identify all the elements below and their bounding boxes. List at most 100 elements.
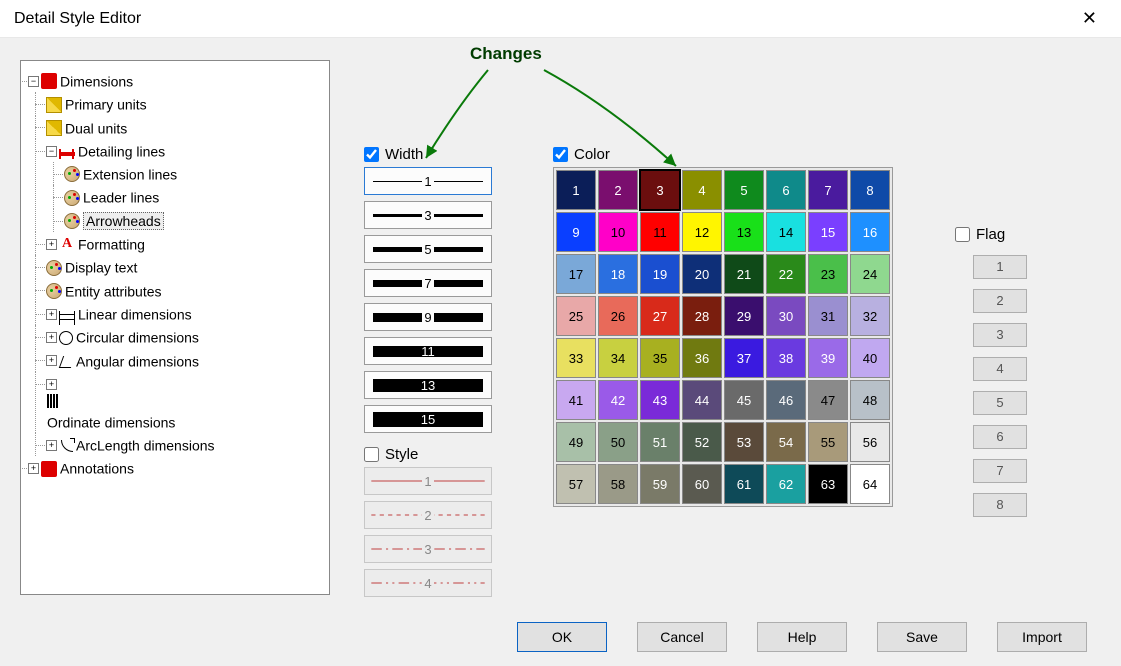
color-swatch-51[interactable]: 51 bbox=[640, 422, 680, 462]
color-swatch-43[interactable]: 43 bbox=[640, 380, 680, 420]
flag-item-5[interactable]: 5 bbox=[973, 391, 1027, 415]
style-item-1[interactable]: 1 bbox=[364, 467, 492, 495]
style-checkbox[interactable] bbox=[364, 447, 379, 462]
style-item-4[interactable]: 4 bbox=[364, 569, 492, 597]
width-item-1[interactable]: 1 bbox=[364, 167, 492, 195]
tree-linear-dim[interactable]: Linear dimensions bbox=[78, 306, 192, 322]
color-swatch-26[interactable]: 26 bbox=[598, 296, 638, 336]
color-swatch-1[interactable]: 1 bbox=[556, 170, 596, 210]
color-swatch-29[interactable]: 29 bbox=[724, 296, 764, 336]
color-swatch-3[interactable]: 3 bbox=[640, 170, 680, 210]
color-swatch-32[interactable]: 32 bbox=[850, 296, 890, 336]
tree-dual-units[interactable]: Dual units bbox=[65, 120, 127, 136]
tree-detailing-lines[interactable]: Detailing lines bbox=[78, 143, 165, 159]
help-button[interactable]: Help bbox=[757, 622, 847, 652]
color-swatch-18[interactable]: 18 bbox=[598, 254, 638, 294]
color-swatch-10[interactable]: 10 bbox=[598, 212, 638, 252]
color-swatch-56[interactable]: 56 bbox=[850, 422, 890, 462]
cancel-button[interactable]: Cancel bbox=[637, 622, 727, 652]
color-swatch-17[interactable]: 17 bbox=[556, 254, 596, 294]
width-item-5[interactable]: 5 bbox=[364, 235, 492, 263]
tree-expander[interactable]: + bbox=[46, 440, 57, 451]
color-swatch-20[interactable]: 20 bbox=[682, 254, 722, 294]
tree-expander[interactable]: + bbox=[46, 332, 57, 343]
color-swatch-48[interactable]: 48 bbox=[850, 380, 890, 420]
color-swatch-14[interactable]: 14 bbox=[766, 212, 806, 252]
width-item-9[interactable]: 9 bbox=[364, 303, 492, 331]
color-swatch-50[interactable]: 50 bbox=[598, 422, 638, 462]
width-item-3[interactable]: 3 bbox=[364, 201, 492, 229]
color-swatch-53[interactable]: 53 bbox=[724, 422, 764, 462]
color-swatch-33[interactable]: 33 bbox=[556, 338, 596, 378]
color-swatch-28[interactable]: 28 bbox=[682, 296, 722, 336]
color-swatch-21[interactable]: 21 bbox=[724, 254, 764, 294]
color-swatch-55[interactable]: 55 bbox=[808, 422, 848, 462]
tree-circular-dim[interactable]: Circular dimensions bbox=[76, 330, 199, 346]
color-swatch-60[interactable]: 60 bbox=[682, 464, 722, 504]
color-swatch-19[interactable]: 19 bbox=[640, 254, 680, 294]
color-swatch-7[interactable]: 7 bbox=[808, 170, 848, 210]
color-swatch-2[interactable]: 2 bbox=[598, 170, 638, 210]
width-checkbox[interactable] bbox=[364, 147, 379, 162]
width-item-11[interactable]: 11 bbox=[364, 337, 492, 365]
color-swatch-11[interactable]: 11 bbox=[640, 212, 680, 252]
ok-button[interactable]: OK bbox=[517, 622, 607, 652]
tree-expander[interactable]: − bbox=[46, 146, 57, 157]
color-swatch-31[interactable]: 31 bbox=[808, 296, 848, 336]
tree-primary-units[interactable]: Primary units bbox=[65, 97, 147, 113]
color-swatch-9[interactable]: 9 bbox=[556, 212, 596, 252]
color-swatch-39[interactable]: 39 bbox=[808, 338, 848, 378]
color-swatch-36[interactable]: 36 bbox=[682, 338, 722, 378]
width-item-15[interactable]: 15 bbox=[364, 405, 492, 433]
color-swatch-64[interactable]: 64 bbox=[850, 464, 890, 504]
color-swatch-24[interactable]: 24 bbox=[850, 254, 890, 294]
color-swatch-54[interactable]: 54 bbox=[766, 422, 806, 462]
color-swatch-35[interactable]: 35 bbox=[640, 338, 680, 378]
color-swatch-57[interactable]: 57 bbox=[556, 464, 596, 504]
tree-arrowheads[interactable]: Arrowheads bbox=[83, 212, 164, 230]
color-swatch-47[interactable]: 47 bbox=[808, 380, 848, 420]
color-swatch-23[interactable]: 23 bbox=[808, 254, 848, 294]
color-swatch-12[interactable]: 12 bbox=[682, 212, 722, 252]
color-swatch-44[interactable]: 44 bbox=[682, 380, 722, 420]
color-swatch-38[interactable]: 38 bbox=[766, 338, 806, 378]
color-swatch-37[interactable]: 37 bbox=[724, 338, 764, 378]
flag-item-6[interactable]: 6 bbox=[973, 425, 1027, 449]
flag-item-1[interactable]: 1 bbox=[973, 255, 1027, 279]
color-swatch-62[interactable]: 62 bbox=[766, 464, 806, 504]
flag-item-3[interactable]: 3 bbox=[973, 323, 1027, 347]
color-swatch-16[interactable]: 16 bbox=[850, 212, 890, 252]
width-item-7[interactable]: 7 bbox=[364, 269, 492, 297]
flag-item-8[interactable]: 8 bbox=[973, 493, 1027, 517]
style-tree[interactable]: −Dimensions Primary units Dual units −De… bbox=[20, 60, 330, 595]
width-item-13[interactable]: 13 bbox=[364, 371, 492, 399]
tree-expander[interactable]: + bbox=[46, 239, 57, 250]
tree-expander[interactable]: + bbox=[28, 463, 39, 474]
tree-expander[interactable]: + bbox=[46, 379, 57, 390]
tree-entity-attributes[interactable]: Entity attributes bbox=[65, 283, 162, 299]
tree-leader-lines[interactable]: Leader lines bbox=[83, 190, 159, 206]
color-swatch-63[interactable]: 63 bbox=[808, 464, 848, 504]
flag-checkbox[interactable] bbox=[955, 227, 970, 242]
color-swatch-4[interactable]: 4 bbox=[682, 170, 722, 210]
close-icon[interactable]: ✕ bbox=[1072, 4, 1107, 33]
tree-angular-dim[interactable]: Angular dimensions bbox=[76, 353, 199, 369]
flag-item-7[interactable]: 7 bbox=[973, 459, 1027, 483]
color-swatch-52[interactable]: 52 bbox=[682, 422, 722, 462]
tree-expander[interactable]: − bbox=[28, 76, 39, 87]
import-button[interactable]: Import bbox=[997, 622, 1087, 652]
color-swatch-13[interactable]: 13 bbox=[724, 212, 764, 252]
flag-item-2[interactable]: 2 bbox=[973, 289, 1027, 313]
tree-formatting[interactable]: Formatting bbox=[78, 236, 145, 252]
color-swatch-49[interactable]: 49 bbox=[556, 422, 596, 462]
style-item-3[interactable]: 3 bbox=[364, 535, 492, 563]
color-swatch-5[interactable]: 5 bbox=[724, 170, 764, 210]
color-swatch-8[interactable]: 8 bbox=[850, 170, 890, 210]
color-swatch-42[interactable]: 42 bbox=[598, 380, 638, 420]
color-swatch-40[interactable]: 40 bbox=[850, 338, 890, 378]
color-checkbox[interactable] bbox=[553, 147, 568, 162]
tree-expander[interactable]: + bbox=[46, 309, 57, 320]
color-swatch-15[interactable]: 15 bbox=[808, 212, 848, 252]
color-swatch-45[interactable]: 45 bbox=[724, 380, 764, 420]
tree-extension-lines[interactable]: Extension lines bbox=[83, 166, 177, 182]
